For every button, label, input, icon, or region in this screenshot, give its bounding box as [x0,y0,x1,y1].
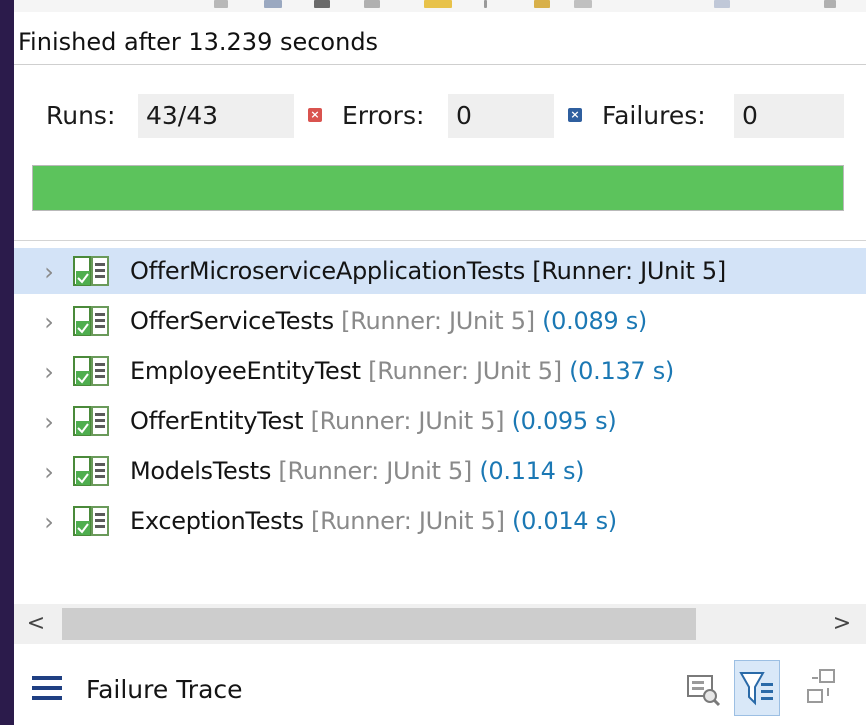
failure-trace-menu-icon[interactable] [32,676,62,702]
test-tree-label: EmployeeEntityTest [Runner: JUnit 5] (0.… [130,348,674,394]
toolbar-icon[interactable] [214,0,228,8]
progress-bar [32,165,844,211]
error-icon: × [308,108,322,122]
test-class-name: OfferServiceTests [130,307,334,335]
test-suite-passed-icon [72,355,126,387]
test-tree-label: OfferMicroserviceApplicationTests [Runne… [130,248,726,294]
test-suite-passed-icon [72,455,126,487]
chevron-right-icon[interactable]: › [38,259,60,285]
toolbar-icon[interactable] [364,0,380,8]
chevron-right-icon[interactable]: › [38,309,60,335]
chevron-right-icon[interactable]: › [38,409,60,435]
test-duration: (0.137 s) [569,357,674,385]
test-tree: › OfferMicroserviceApplicationTests [Runn… [14,248,866,600]
toolbar-icon[interactable] [264,0,282,8]
test-class-name: OfferEntityTest [130,407,304,435]
counters-bar: Runs: 43/43 × Errors: 0 × Failures: 0 [14,94,866,138]
toolbar-strip [14,0,866,12]
test-suite-passed-icon [72,305,126,337]
toolbar-icon[interactable] [424,0,452,8]
failure-trace-bar: Failure Trace [14,648,866,725]
test-runner-label: [Runner: JUnit 5] [310,407,505,435]
test-suite-passed-icon [72,255,126,287]
filter-stack-icon [739,672,773,706]
test-duration: (0.095 s) [511,407,617,435]
test-class-name: ModelsTests [130,457,272,485]
test-runner-label: [Runner: JUnit 5] [278,457,472,485]
scroll-left-arrow[interactable]: < [16,604,56,644]
toolbar-icon[interactable] [314,0,330,8]
errors-label: Errors: [342,101,425,130]
failure-trace-label: Failure Trace [86,675,243,704]
test-tree-row[interactable]: › OfferMicroserviceApplicationTests [Runn… [14,248,866,294]
toolbar-icon[interactable] [534,0,550,8]
test-tree-label: ExceptionTests [Runner: JUnit 5] (0.014 … [130,498,617,544]
compare-results-icon [687,675,721,707]
chevron-right-icon[interactable]: › [38,509,60,535]
test-suite-passed-icon [72,405,126,437]
finished-status: Finished after 13.239 seconds [14,20,866,65]
test-tree-row[interactable]: › ModelsTests [Runner: JUnit 5] (0.114 s) [14,448,866,494]
test-runner-label: [Runner: JUnit 5] [368,357,562,385]
test-tree-row[interactable]: › OfferEntityTest [Runner: JUnit 5] (0.09… [14,398,866,444]
toggle-layout-button[interactable] [798,660,844,716]
failures-value: 0 [734,94,844,138]
test-tree-label: ModelsTests [Runner: JUnit 5] (0.114 s) [130,448,585,494]
runs-value: 43/43 [138,94,294,138]
filter-stack-trace-button[interactable] [734,660,780,716]
toolbar-icon[interactable] [714,0,730,8]
test-suite-passed-icon [72,505,126,537]
test-duration: (0.014 s) [512,507,617,535]
test-tree-label: OfferServiceTests [Runner: JUnit 5] (0.0… [130,298,647,344]
failures-label: Failures: [602,101,706,130]
test-tree-row[interactable]: › OfferServiceTests [Runner: JUnit 5] (0.… [14,298,866,344]
test-class-name: OfferMicroserviceApplicationTests [130,257,525,285]
divider [14,240,866,241]
test-duration: (0.114 s) [479,457,585,485]
scroll-right-arrow[interactable]: > [822,604,862,644]
test-runner-label: [Runner: JUnit 5] [311,507,505,535]
test-runner-label: [Runner: JUnit 5] [341,307,535,335]
errors-value: 0 [448,94,554,138]
toolbar-icon[interactable] [574,0,592,8]
test-class-name: ExceptionTests [130,507,304,535]
test-duration: (0.089 s) [542,307,647,335]
runs-label: Runs: [46,101,116,130]
test-tree-row[interactable]: › ExceptionTests [Runner: JUnit 5] (0.014… [14,498,866,544]
test-class-name: EmployeeEntityTest [130,357,361,385]
scrollbar-thumb[interactable] [62,608,696,640]
toolbar-icon[interactable] [824,0,836,8]
layout-toggle-icon [807,669,835,703]
test-runner-label: [Runner: JUnit 5] [532,257,726,285]
test-tree-row[interactable]: › EmployeeEntityTest [Runner: JUnit 5] (0… [14,348,866,394]
horizontal-scrollbar[interactable]: < > [14,604,866,644]
toolbar-separator [484,0,487,8]
test-tree-label: OfferEntityTest [Runner: JUnit 5] (0.095… [130,398,617,444]
failure-icon: × [568,108,582,122]
chevron-right-icon[interactable]: › [38,359,60,385]
junit-view: Finished after 13.239 seconds Runs: 43/4… [14,0,866,725]
compare-results-button[interactable] [680,660,726,716]
chevron-right-icon[interactable]: › [38,459,60,485]
progress-bar-fill [33,166,843,210]
